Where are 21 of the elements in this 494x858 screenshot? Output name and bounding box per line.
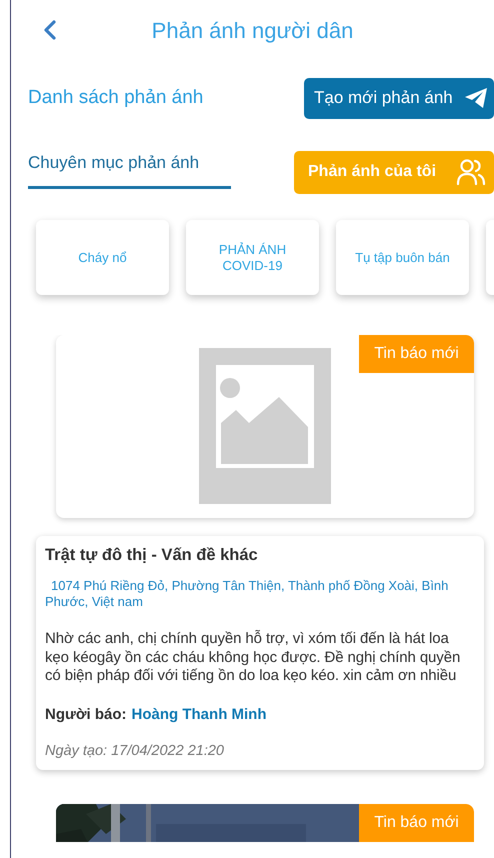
my-reports-button[interactable]: Phản ánh của tôi xyxy=(294,150,494,194)
category-card[interactable]: Cháy nổ xyxy=(36,220,169,295)
created-date: Ngày tạo: 17/04/2022 21:20 xyxy=(45,742,225,758)
report-description: Nhờ các anh, chị chính quyền hỗ trợ, vì xóm tối đến là hát loa kẹo kéogây ồn các cháu không học được. Đề nghị chính quyền có biện pháp đối với tiếng ồn do loa kẹo kéo. xin cảm ơn nhiều xyxy=(45,630,462,686)
report-card[interactable] xyxy=(36,536,484,770)
image-placeholder-icon xyxy=(199,348,331,504)
reporter-label: Người báo: xyxy=(45,706,127,722)
send-icon xyxy=(464,87,488,109)
category-tab[interactable]: Chuyên mục phản ánh xyxy=(28,153,231,189)
screen-title: Phản ánh người dân xyxy=(152,18,354,44)
create-report-button[interactable]: Tạo mới phản ánh xyxy=(304,78,494,118)
category-card[interactable]: Tụ tập buôn bán xyxy=(336,220,469,295)
image-card[interactable]: Tin báo mới xyxy=(56,335,474,518)
new-report-badge: Tin báo mới xyxy=(359,335,474,373)
report-title: Trật tự đô thị - Vấn đề khác xyxy=(45,546,259,565)
report-address: 1074 Phú Riềng Đỏ, Phường Tân Thiện, Thành phố Đồng Xoài, Bình Phước, Việt nam xyxy=(45,578,450,610)
people-icon xyxy=(456,158,486,186)
section-title: Danh sách phản ánh xyxy=(28,87,204,109)
new-report-badge: Tin báo mới xyxy=(359,804,474,842)
category-card[interactable]: PHẢN ÁNH COVID-19 xyxy=(186,220,319,295)
reporter-name: Hoàng Thanh Minh xyxy=(132,706,267,722)
